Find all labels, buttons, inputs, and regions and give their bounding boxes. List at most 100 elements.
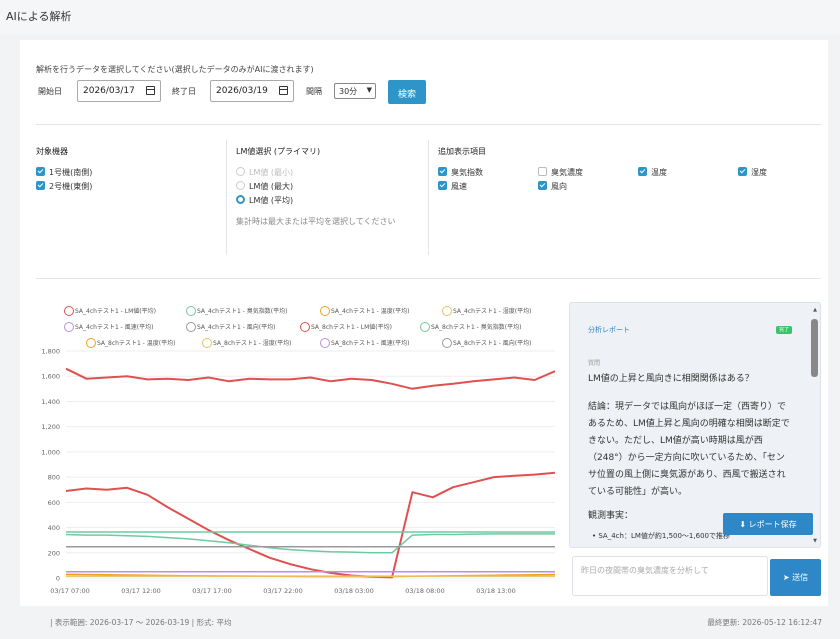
extra-wind-direction-checkbox[interactable]: 風向 <box>538 181 567 192</box>
question-text: LM値の上昇と風向きに相関関係はある？ <box>588 374 754 384</box>
device-2-label: 2号機(東側) <box>49 182 93 191</box>
checkbox-checked-icon <box>438 181 447 190</box>
x-tick-label: 03/18 13:00 <box>476 587 516 595</box>
checkbox-checked-icon <box>638 167 647 176</box>
series-line <box>65 471 556 579</box>
x-tick-label: 03/18 03:00 <box>334 587 374 595</box>
x-tick-label: 03/18 08:00 <box>405 587 445 595</box>
chevron-down-icon: ▼ <box>366 86 372 94</box>
extra-wind-direction-label: 風向 <box>551 182 567 191</box>
top-bar: AIによる解析 <box>0 0 840 34</box>
extra-humidity-label: 湿度 <box>751 168 767 177</box>
footer-updated: 最終更新: 2026-05-12 16:12:47 <box>707 618 822 627</box>
divider <box>226 140 227 255</box>
lm-title: LM値選択 (プライマリ) <box>236 147 321 156</box>
save-report-label: レポート保存 <box>748 520 797 529</box>
y-tick-label: 0 <box>56 575 60 583</box>
divider <box>36 278 821 279</box>
checkbox-unchecked-icon <box>538 167 547 176</box>
download-icon: ⬇ <box>739 520 747 529</box>
calendar-icon[interactable] <box>279 86 288 95</box>
send-button[interactable]: ➤ 送信 <box>770 559 821 596</box>
page-title: AIによる解析 <box>6 10 72 23</box>
start-date-input[interactable]: 2026/03/17 <box>77 80 161 102</box>
checkbox-checked-icon <box>738 167 747 176</box>
series-line <box>65 533 555 554</box>
send-icon: ➤ <box>782 573 790 582</box>
scrollbar-thumb[interactable] <box>811 319 818 377</box>
y-tick-label: 200 <box>48 549 60 557</box>
observation-item: • SA_4ch：LM値が約1,500〜1,600で推移 <box>592 532 730 540</box>
footer-range: | 表示範囲: 2026-03-17 ～ 2026-03-19 | 形式: 平均 <box>50 618 232 627</box>
lm-avg-label: LM値 (平均) <box>249 196 294 205</box>
x-tick-label: 03/17 22:00 <box>263 587 303 595</box>
extra-temperature-label: 温度 <box>651 168 667 177</box>
checkbox-checked-icon <box>36 181 45 190</box>
device-1-label: 1号機(南側) <box>49 168 93 177</box>
checkbox-checked-icon <box>538 181 547 190</box>
x-tick-label: 03/17 07:00 <box>50 587 90 595</box>
status-badge: 完了 <box>776 326 792 334</box>
scroll-up-icon[interactable]: ▲ <box>813 307 817 313</box>
device-1-checkbox[interactable]: 1号機(南側) <box>36 167 92 178</box>
y-tick-label: 1,400 <box>41 398 60 406</box>
report-panel: 分析レポート 完了 質問 LM値の上昇と風向きに相関関係はある？ 結論：現データ… <box>569 302 821 548</box>
y-tick-label: 1,000 <box>41 448 60 456</box>
footer: | 表示範囲: 2026-03-17 ～ 2026-03-19 | 形式: 平均… <box>20 606 828 639</box>
radio-icon <box>236 167 245 176</box>
calendar-icon[interactable] <box>146 86 155 95</box>
extra-wind-speed-label: 風速 <box>451 182 467 191</box>
device-2-checkbox[interactable]: 2号機(東側) <box>36 181 92 192</box>
lm-hint: 集計時は最大または平均を選択してください <box>236 217 396 226</box>
extra-temperature-checkbox[interactable]: 温度 <box>638 167 667 178</box>
y-tick-label: 1,800 <box>41 348 60 356</box>
devices-title: 対象機器 <box>36 147 68 156</box>
y-tick-label: 600 <box>48 499 60 507</box>
y-tick-label: 800 <box>48 474 60 482</box>
question-label: 質問 <box>588 360 601 367</box>
extras-title: 追加表示項目 <box>438 147 486 156</box>
extra-wind-speed-checkbox[interactable]: 風速 <box>438 181 467 192</box>
lm-min-label: LM値 (最小) <box>249 168 294 177</box>
x-tick-label: 03/17 17:00 <box>192 587 232 595</box>
series-line <box>65 367 556 390</box>
extra-odor-index-label: 臭気指数 <box>451 168 483 177</box>
checkbox-checked-icon <box>36 167 45 176</box>
radio-icon <box>236 181 245 190</box>
end-date-input[interactable]: 2026/03/19 <box>210 80 294 102</box>
interval-value: 30分 <box>339 87 358 96</box>
filter-instruction: 解析を行うデータを選択してください(選択したデータのみがAIに渡されます) <box>36 65 314 74</box>
lm-avg-radio[interactable]: LM値 (平均) <box>236 195 293 206</box>
x-tick-label: 03/17 12:00 <box>121 587 161 595</box>
line-chart: SA_4chテスト1 - LM値(平均) SA_4chテスト1 - 臭気指数(平均… <box>28 300 563 605</box>
interval-select[interactable]: 30分 ▼ <box>334 83 376 99</box>
search-button[interactable]: 検索 <box>388 80 426 104</box>
lm-min-radio: LM値 (最小) <box>236 167 293 178</box>
extra-odor-concentration-label: 臭気濃度 <box>551 168 583 177</box>
interval-label: 間隔 <box>306 87 322 96</box>
lm-max-radio[interactable]: LM値 (最大) <box>236 181 293 192</box>
divider <box>428 140 429 255</box>
scroll-down-icon[interactable]: ▼ <box>813 538 817 544</box>
end-date-label: 終了日 <box>172 87 196 96</box>
extra-odor-concentration-checkbox[interactable]: 臭気濃度 <box>538 167 583 178</box>
checkbox-checked-icon <box>438 167 447 176</box>
chart-plot: 0 200 400 600 800 1,000 1,200 1,400 1,600 1,800 03… <box>41 348 556 595</box>
send-label: 送信 <box>792 573 809 582</box>
lm-max-label: LM値 (最大) <box>249 182 294 191</box>
observations-title: 観測事実： <box>588 511 634 521</box>
y-tick-label: 1,600 <box>41 373 60 381</box>
end-date-value: 2026/03/19 <box>216 86 268 96</box>
save-report-button[interactable]: ⬇ レポート保存 <box>723 513 813 535</box>
radio-selected-icon <box>236 195 245 204</box>
extra-odor-index-checkbox[interactable]: 臭気指数 <box>438 167 483 178</box>
question-placeholder: 昨日の夜間帯の臭気濃度を分析して <box>581 566 709 575</box>
report-title: 分析レポート <box>588 326 630 334</box>
extra-humidity-checkbox[interactable]: 湿度 <box>738 167 767 178</box>
start-date-label: 開始日 <box>38 87 62 96</box>
report-body: 結論：現データでは風向がほぼ一定（西寄り）であるため、LM値上昇と風向の明確な相… <box>588 402 790 497</box>
divider <box>36 124 821 125</box>
question-input[interactable]: 昨日の夜間帯の臭気濃度を分析して <box>572 556 768 596</box>
y-tick-label: 400 <box>48 524 60 532</box>
y-tick-label: 1,200 <box>41 423 60 431</box>
